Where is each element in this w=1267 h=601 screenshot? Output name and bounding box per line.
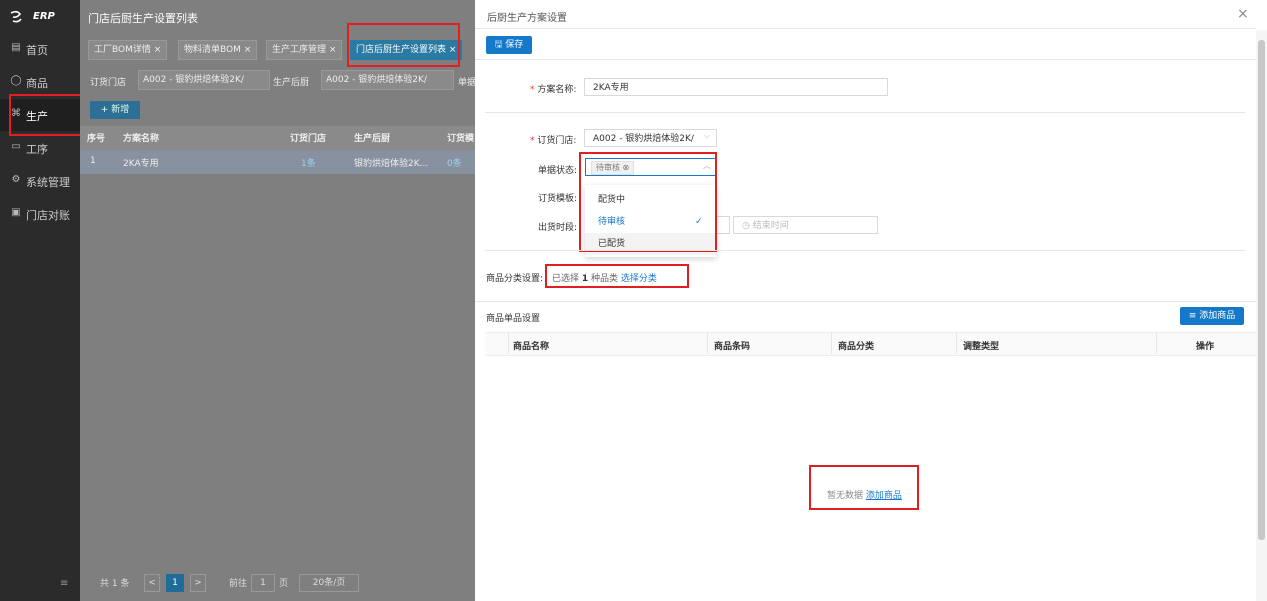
logo: ERP (0, 0, 80, 36)
divider (1156, 332, 1157, 354)
home-icon: ▤ (11, 42, 21, 53)
cell-plan-name: 2KA专用 (123, 159, 159, 169)
divider (475, 59, 1256, 60)
filter-store-select[interactable]: A002 - 银豹烘焙体验2K∕ (138, 70, 270, 90)
process-icon: ▭ (11, 141, 21, 152)
col-category: 商品分类 (838, 342, 875, 352)
col-adjust-type: 调整类型 (963, 342, 1000, 352)
col-plan-name: 方案名称 (123, 134, 160, 144)
items-section-title: 商品单品设置 (486, 314, 541, 324)
highlight-box-status (579, 152, 717, 252)
pager-page-unit: 页 (279, 579, 289, 589)
clock-icon: ◷ (742, 221, 753, 231)
plan-name-label: * 方案名称: (530, 85, 577, 95)
col-kitchen: 生产后厨 (354, 134, 391, 144)
pager-total: 共 1 条 (100, 579, 130, 589)
sidebar-item-label: 商品 (26, 77, 48, 90)
col-store: 订货门店 (290, 134, 327, 144)
status-label: 单据状态: (538, 166, 578, 176)
sidebar-item-label: 门店对账 (26, 209, 70, 222)
close-icon[interactable]: × (1237, 6, 1249, 22)
col-barcode: 商品条码 (714, 342, 751, 352)
sidebar-item-process[interactable]: ▭ 工序 (0, 132, 80, 164)
pager-goto-label: 前往 (229, 579, 248, 589)
chevron-down-icon: ⌵ (704, 131, 711, 140)
sidebar-item-label: 首页 (26, 44, 48, 57)
pager-next-button[interactable]: > (190, 574, 206, 592)
highlight-box-tab (347, 23, 460, 67)
sidebar-item-home[interactable]: ▤ 首页 (0, 33, 80, 65)
highlight-box-category (545, 264, 689, 288)
store-select[interactable]: A002 - 银豹烘焙体验2K∕ (584, 129, 717, 147)
main-area (80, 0, 475, 601)
cell-kitchen: 银豹烘焙体验2K... (354, 159, 429, 169)
save-icon: 🖫 (494, 40, 506, 50)
save-button-label: 保存 (505, 40, 524, 50)
highlight-box-empty (809, 465, 919, 510)
logo-icon (10, 10, 22, 23)
filter-kitchen-select[interactable]: A002 - 银豹烘焙体验2K∕ (321, 70, 454, 90)
cell-store-link[interactable]: 1条 (301, 156, 316, 169)
pager-page-1[interactable]: 1 (166, 574, 184, 592)
list-icon: ≡ (1188, 311, 1200, 321)
time-label: 出货时段: (538, 223, 578, 233)
sidebar-item-label: 工序 (26, 143, 48, 156)
reconcile-icon: ▣ (11, 207, 21, 218)
goods-icon: ◯ (10, 75, 22, 86)
settings-icon: ⚙ (11, 174, 21, 185)
divider (956, 332, 957, 354)
divider (485, 112, 1245, 113)
divider (475, 301, 1256, 302)
cell-template-link[interactable]: 0条 (447, 156, 462, 169)
col-goods-name: 商品名称 (513, 342, 550, 352)
logo-text: ERP (33, 11, 55, 22)
add-button[interactable]: + 新增 (90, 101, 140, 119)
divider (831, 332, 832, 354)
filter-extra-label: 单据 (458, 78, 477, 88)
end-time-input[interactable]: ◷ 结束时间 (733, 216, 878, 234)
page-title: 门店后厨生产设置列表 (88, 12, 198, 25)
collapse-icon[interactable]: ≡ (60, 578, 68, 589)
store-label: * 订货门店: (530, 136, 577, 146)
col-actions: 操作 (1196, 342, 1215, 352)
tab-material-bom[interactable]: 物料清单BOM × (178, 40, 258, 60)
pager-prev-button[interactable]: < (144, 574, 160, 592)
filter-kitchen-label: 生产后厨 (273, 78, 310, 88)
tab-process-manage[interactable]: 生产工序管理 × (266, 40, 343, 60)
highlight-box-sidebar (9, 94, 86, 136)
tab-factory-bom[interactable]: 工厂BOM详情 × (88, 40, 168, 60)
drawer-title: 后厨生产方案设置 (487, 13, 567, 24)
pager-size-select[interactable]: 20条/页 (299, 574, 359, 592)
sidebar-item-system[interactable]: ⚙ 系统管理 (0, 165, 80, 197)
save-button[interactable]: 🖫 保存 (486, 36, 532, 54)
divider (508, 332, 509, 354)
filter-store-label: 订货门店 (90, 78, 127, 88)
divider (707, 332, 708, 354)
col-index: 序号 (87, 134, 106, 144)
add-goods-button[interactable]: ≡ 添加商品 (1180, 307, 1244, 325)
cell-index: 1 (90, 156, 96, 166)
col-template: 订货模 (447, 134, 475, 144)
category-label: 商品分类设置: (486, 274, 544, 284)
divider (475, 28, 1256, 29)
pager-goto-input[interactable]: 1 (251, 574, 275, 592)
sidebar-item-label: 系统管理 (26, 176, 70, 189)
scrollbar-thumb[interactable] (1258, 40, 1265, 540)
sidebar-item-reconcile[interactable]: ▣ 门店对账 (0, 198, 80, 230)
template-label: 订货模板: (538, 194, 578, 204)
plan-name-input[interactable]: 2KA专用 (584, 78, 888, 96)
pagination (80, 568, 475, 601)
divider (485, 250, 1245, 251)
